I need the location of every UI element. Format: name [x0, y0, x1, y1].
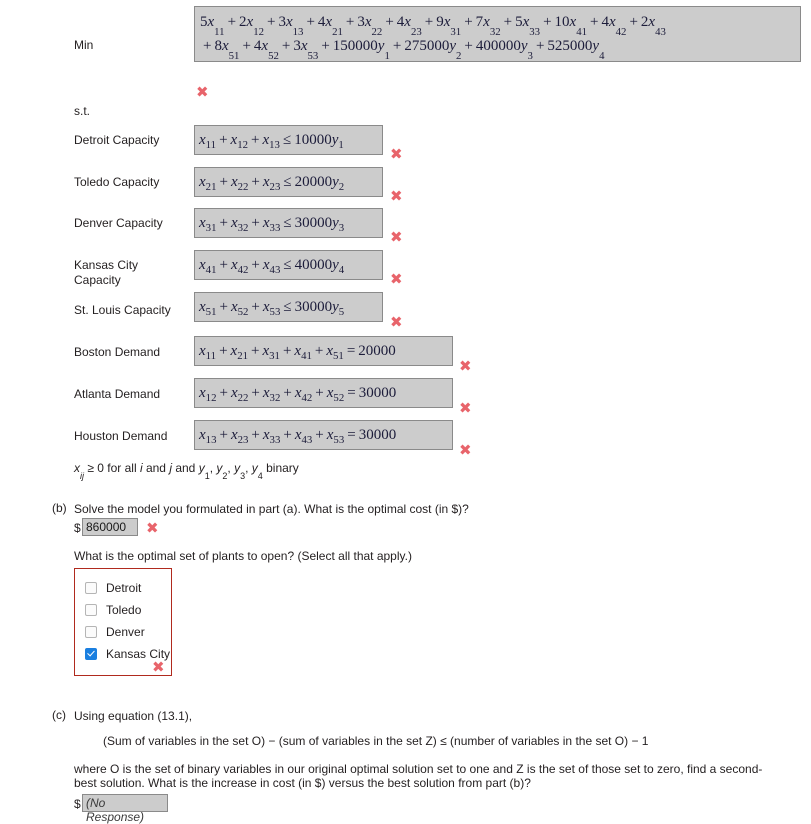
checkbox-row-toledo[interactable]: Toledo: [85, 599, 161, 621]
cost-increase-input[interactable]: (No Response): [82, 794, 168, 824]
constraint-label-houston-demand: Houston Demand: [74, 429, 168, 443]
nonnegativity-line: xij ≥ 0 for all i and j and y1, y2, y3, …: [74, 461, 299, 481]
constraint-box-boston-demand[interactable]: x 11 + x 21 + x 31 + x 41 + x 51 = 20000: [194, 336, 453, 366]
checkbox-label-denver: Denver: [106, 625, 145, 639]
optimal-cost-input[interactable]: 860000: [82, 518, 138, 536]
part-c-dollar-sign: $: [74, 797, 81, 811]
constraint-box-denver-capacity[interactable]: x 31 + x 32 + x 33 ≤30000 y 3: [194, 208, 383, 238]
constraint-box-kansas-city-capacity[interactable]: x 41 + x 42 + x 43 ≤40000 y 4: [194, 250, 383, 280]
part-b-question: Solve the model you formulated in part (…: [74, 502, 469, 516]
objective-line-1: 5x11+ 2x12+ 3x13+ 4x21+ 3x22+ 4x23+ 9x31+ 7x32+…: [200, 14, 666, 38]
part-c-intro: Using equation (13.1),: [74, 709, 193, 723]
constraint-box-st-louis-capacity[interactable]: x 51 + x 52 + x 53 ≤30000 y 5: [194, 292, 383, 322]
objective-incorrect-mark: ✖: [196, 83, 209, 101]
constraint-box-atlanta-demand[interactable]: x 12 + x 22 + x 32 + x 42 + x 52 = 30000: [194, 378, 453, 408]
checkbox-label-toledo: Toledo: [106, 603, 142, 617]
part-b-plants-question: What is the optimal set of plants to ope…: [74, 549, 412, 563]
constraint-mark-detroit-capacity: ✖: [390, 145, 403, 163]
constraint-label-denver-capacity: Denver Capacity: [74, 216, 163, 230]
constraint-label-toledo-capacity: Toledo Capacity: [74, 175, 160, 189]
constraint-mark-toledo-capacity: ✖: [390, 187, 403, 205]
constraint-label-atlanta-demand: Atlanta Demand: [74, 387, 161, 401]
objective-expression-box[interactable]: 5x11+ 2x12+ 3x13+ 4x21+ 3x22+ 4x23+ 9x31+ 7x32+…: [194, 6, 801, 62]
constraint-label-kansas-city-capacity: Kansas City Capacity: [74, 258, 139, 287]
subject-to-label: s.t.: [74, 104, 91, 118]
part-b-marker: (b): [52, 501, 67, 515]
constraint-mark-boston-demand: ✖: [459, 357, 472, 375]
part-c-marker: (c): [52, 708, 66, 722]
objective-label: Min: [74, 38, 94, 52]
constraint-label-st-louis-capacity: St. Louis Capacity: [74, 303, 171, 317]
constraint-box-detroit-capacity[interactable]: x 11 + x 12 + x 13 ≤10000 y 1: [194, 125, 383, 155]
constraint-mark-houston-demand: ✖: [459, 441, 472, 459]
checkbox-denver[interactable]: [85, 626, 97, 638]
plants-group-incorrect-mark: ✖: [152, 658, 165, 676]
part-c-equation: (Sum of variables in the set O) − (sum o…: [103, 734, 649, 748]
part-c-body-line-2: best solution. What is the increase in c…: [74, 776, 531, 790]
constraint-mark-kansas-city-capacity: ✖: [390, 270, 403, 288]
constraint-box-toledo-capacity[interactable]: x 21 + x 22 + x 23 ≤20000 y 2: [194, 167, 383, 197]
optimal-cost-incorrect-mark: ✖: [146, 519, 159, 537]
constraint-label-detroit-capacity: Detroit Capacity: [74, 133, 160, 147]
checkbox-row-kansas-city[interactable]: Kansas City: [85, 643, 170, 665]
checkbox-row-detroit[interactable]: Detroit: [85, 577, 161, 599]
constraint-box-houston-demand[interactable]: x 13 + x 23 + x 33 + x 43 + x 53 = 30000: [194, 420, 453, 450]
checkbox-detroit[interactable]: [85, 582, 97, 594]
checkbox-row-denver[interactable]: Denver: [85, 621, 161, 643]
checkbox-toledo[interactable]: [85, 604, 97, 616]
constraint-mark-denver-capacity: ✖: [390, 228, 403, 246]
constraint-label-boston-demand: Boston Demand: [74, 345, 161, 359]
checkbox-label-detroit: Detroit: [106, 581, 142, 595]
constraint-mark-st-louis-capacity: ✖: [390, 313, 403, 331]
cut-off-top-line: [190, 0, 750, 2]
part-b-dollar-sign: $: [74, 521, 81, 535]
checkbox-kansas-city[interactable]: [85, 648, 97, 660]
constraint-mark-atlanta-demand: ✖: [459, 399, 472, 417]
